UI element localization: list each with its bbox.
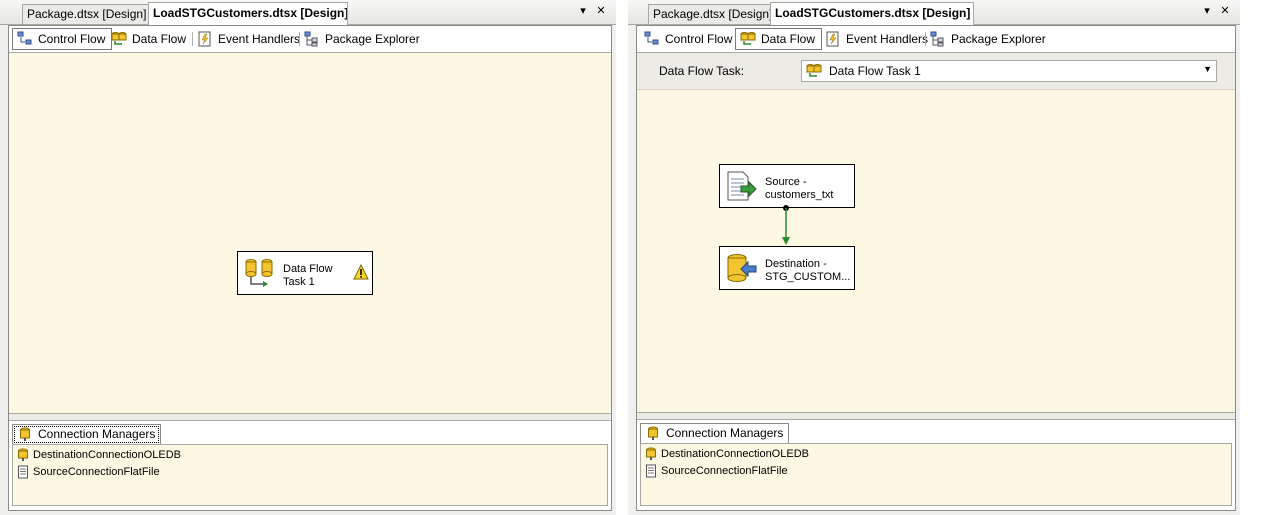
tab-data-flow[interactable]: Data Flow: [735, 28, 823, 50]
connection-item-label: DestinationConnectionOLEDB: [661, 448, 809, 460]
connection-managers-panel: Connection Managers DestinationConnectio…: [637, 420, 1235, 510]
package-explorer-icon: [930, 31, 944, 47]
connection-managers-label: Connection Managers: [38, 427, 156, 441]
event-handlers-icon: [826, 31, 839, 47]
tab-label: Package Explorer: [325, 32, 420, 46]
task-name-line2: Task 1: [283, 276, 315, 288]
tab-package-explorer[interactable]: Package Explorer: [300, 29, 426, 49]
tab-control-flow[interactable]: Control Flow: [640, 29, 738, 49]
doc-tab-package[interactable]: Package.dtsx [Design]: [22, 4, 156, 24]
data-path-connector[interactable]: [777, 205, 797, 247]
blank-margin: [1240, 0, 1281, 515]
connection-item-flatfile[interactable]: SourceConnectionFlatFile: [17, 464, 160, 480]
splitter[interactable]: [9, 413, 611, 421]
data-flow-task-bar: Data Flow Task: Data Flow Task 1 ▼: [637, 53, 1235, 90]
window-position-button[interactable]: ▾: [576, 4, 590, 18]
tab-label: Data Flow: [761, 32, 816, 46]
left-designer-window: Package.dtsx [Design] LoadSTGCustomers.d…: [0, 0, 616, 515]
connection-item-oledb[interactable]: DestinationConnectionOLEDB: [17, 447, 181, 463]
flat-file-connection-icon: [18, 465, 28, 479]
control-flow-canvas[interactable]: Data Flow Task 1: [9, 53, 611, 413]
source-name: Source - customers_txt: [765, 176, 833, 202]
connection-managers-panel: Connection Managers DestinationConnectio…: [9, 421, 611, 510]
connection-managers-list[interactable]: DestinationConnectionOLEDB SourceConnect…: [12, 444, 608, 506]
event-handlers-icon: [198, 31, 211, 47]
window-position-button[interactable]: ▾: [1200, 4, 1214, 18]
connection-item-label: SourceConnectionFlatFile: [661, 465, 788, 477]
designer-frame: Control Flow Data Flow Event Handlers Pa…: [8, 25, 612, 511]
data-flow-task[interactable]: Data Flow Task 1: [237, 251, 373, 295]
connection-manager-icon: [20, 427, 30, 441]
document-tabstrip: Package.dtsx [Design] LoadSTGCustomers.d…: [0, 0, 616, 25]
connection-item-oledb[interactable]: DestinationConnectionOLEDB: [645, 446, 809, 462]
connection-item-label: DestinationConnectionOLEDB: [33, 449, 181, 461]
destination-name-line2: STG_CUSTOM...: [765, 271, 851, 283]
tab-data-flow[interactable]: Data Flow: [107, 29, 192, 49]
connection-item-label: SourceConnectionFlatFile: [33, 466, 160, 478]
destination-component[interactable]: Destination - STG_CUSTOM...: [719, 246, 855, 290]
connection-managers-tab[interactable]: Connection Managers: [640, 423, 790, 444]
data-flow-task-icon: [245, 259, 273, 287]
data-flow-task-select[interactable]: Data Flow Task 1 ▼: [801, 60, 1217, 82]
doc-tab-loadstgcustomers[interactable]: LoadSTGCustomers.dtsx [Design]: [148, 2, 348, 25]
oledb-connection-icon: [18, 448, 28, 461]
data-flow-canvas[interactable]: Source - customers_txt Destination - STG…: [637, 90, 1235, 412]
document-tabstrip: Package.dtsx [Design] LoadSTGCustomers.d…: [628, 0, 1240, 25]
tab-label: Control Flow: [38, 32, 106, 46]
source-component[interactable]: Source - customers_txt: [719, 164, 855, 208]
tab-label: Package Explorer: [951, 32, 1046, 46]
chevron-down-icon[interactable]: ▼: [1203, 64, 1212, 74]
connection-manager-icon: [648, 426, 658, 440]
source-name-line1: Source -: [765, 176, 807, 188]
splitter[interactable]: [637, 412, 1235, 420]
flat-file-source-icon: [727, 171, 757, 201]
connection-managers-label: Connection Managers: [666, 426, 784, 440]
destination-name-line1: Destination -: [765, 258, 827, 270]
tab-package-explorer[interactable]: Package Explorer: [926, 29, 1052, 49]
right-designer-window: Package.dtsx [Design] LoadSTGCustomers.d…: [628, 0, 1240, 515]
task-name-line1: Data Flow: [283, 263, 333, 275]
data-flow-icon: [111, 32, 127, 45]
tab-label: Event Handlers: [218, 32, 301, 46]
data-flow-icon: [740, 32, 756, 45]
flat-file-connection-icon: [646, 464, 656, 478]
oledb-destination-icon: [727, 254, 757, 282]
destination-name: Destination - STG_CUSTOM...: [765, 258, 850, 284]
designer-frame: Control Flow Data Flow Event Handlers Pa…: [636, 25, 1236, 511]
tab-label: Data Flow: [132, 32, 187, 46]
tab-control-flow[interactable]: Control Flow: [12, 28, 113, 50]
tab-event-handlers[interactable]: Event Handlers: [821, 29, 934, 49]
oledb-connection-icon: [646, 447, 656, 460]
close-window-button[interactable]: ✕: [1218, 4, 1232, 18]
control-flow-icon: [17, 31, 32, 45]
close-window-button[interactable]: ✕: [594, 4, 608, 18]
doc-tab-loadstgcustomers[interactable]: LoadSTGCustomers.dtsx [Design]: [770, 2, 974, 25]
data-flow-task-value: Data Flow Task 1: [829, 64, 921, 78]
package-explorer-icon: [304, 31, 318, 47]
warning-icon[interactable]: [353, 264, 369, 280]
source-name-line2: customers_txt: [765, 189, 834, 201]
task-name: Data Flow Task 1: [283, 263, 333, 289]
window-separator: [616, 0, 628, 515]
control-flow-icon: [644, 31, 659, 45]
designer-tabs: Control Flow Data Flow Event Handlers Pa…: [637, 26, 1235, 53]
data-flow-task-label: Data Flow Task:: [659, 64, 745, 78]
designer-tabs: Control Flow Data Flow Event Handlers Pa…: [9, 26, 611, 53]
connection-managers-tab[interactable]: Connection Managers: [12, 424, 162, 445]
tab-label: Event Handlers: [846, 32, 929, 46]
data-flow-icon: [806, 64, 822, 77]
tab-label: Control Flow: [665, 32, 733, 46]
connection-managers-list[interactable]: DestinationConnectionOLEDB SourceConnect…: [640, 443, 1232, 506]
connection-item-flatfile[interactable]: SourceConnectionFlatFile: [645, 463, 788, 479]
doc-tab-package[interactable]: Package.dtsx [Design]: [648, 4, 778, 24]
tab-event-handlers[interactable]: Event Handlers: [193, 29, 306, 49]
